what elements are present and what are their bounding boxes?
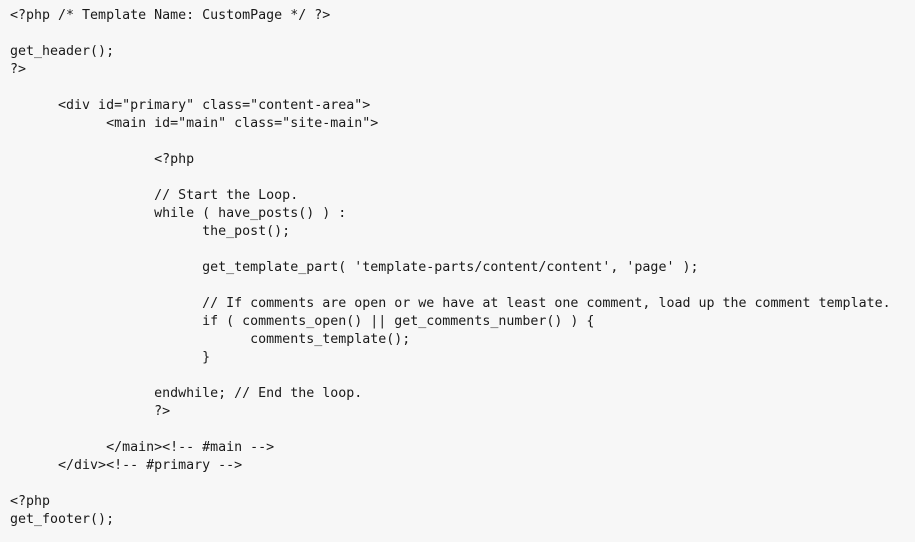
code-line: while ( have_posts() ) :: [10, 206, 347, 221]
code-line: get_template_part( 'template-parts/conte…: [10, 260, 699, 275]
code-line: <?php: [10, 152, 195, 167]
code-line: ?>: [10, 404, 171, 419]
code-line: get_footer();: [10, 512, 115, 527]
code-line: }: [10, 350, 211, 365]
code-line: </main><!-- #main -->: [10, 440, 275, 455]
code-line: if ( comments_open() || get_comments_num…: [10, 314, 595, 329]
code-viewer-page: { "document": { "language": "php", "back…: [0, 0, 915, 542]
code-line: comments_template();: [10, 332, 411, 347]
code-line: <?php /* Template Name: CustomPage */ ?>: [10, 8, 331, 23]
code-line: // Start the Loop.: [10, 188, 299, 203]
code-listing: <?php /* Template Name: CustomPage */ ?>…: [10, 7, 915, 529]
code-line: <div id="primary" class="content-area">: [10, 98, 371, 113]
code-line: the_post();: [10, 224, 291, 239]
code-line: <?php: [10, 494, 51, 509]
code-line: // If comments are open or we have at le…: [10, 296, 891, 311]
code-line: get_header();: [10, 44, 115, 59]
code-line: endwhile; // End the loop.: [10, 386, 363, 401]
code-line: </div><!-- #primary -->: [10, 458, 243, 473]
code-line: ?>: [10, 62, 27, 77]
code-line: <main id="main" class="site-main">: [10, 116, 379, 131]
